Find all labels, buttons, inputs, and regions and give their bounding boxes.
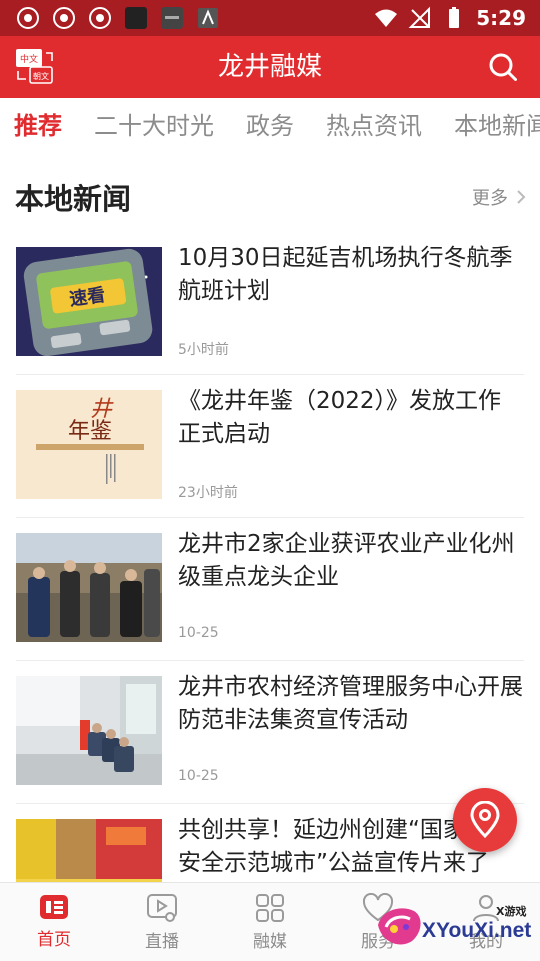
grid-icon	[256, 894, 284, 922]
location-pin-icon	[470, 801, 500, 839]
tab-local-news[interactable]: 本地新闻	[438, 106, 540, 141]
nav-label: 融媒	[253, 932, 287, 952]
app-bar: 中文 朝文 龙井融媒	[0, 36, 540, 98]
location-fab[interactable]	[453, 788, 517, 852]
app-icon	[125, 7, 147, 29]
nav-live[interactable]: 直播	[108, 883, 216, 961]
watermark-text: XYouXi.net	[422, 919, 532, 942]
thumb-text: 年鉴	[68, 419, 112, 444]
chrome-icon	[89, 7, 111, 29]
category-tabs: 推荐 二十大时光 政务 热点资讯 本地新闻	[0, 98, 540, 148]
wifi-icon	[375, 9, 398, 27]
more-label: 更多	[472, 188, 508, 209]
app-title: 龙井融媒	[217, 52, 322, 82]
search-icon[interactable]	[488, 52, 518, 82]
live-icon	[147, 894, 177, 922]
notification-icons	[16, 6, 220, 30]
watermark-logo-icon	[378, 908, 421, 945]
app-icon	[198, 8, 218, 28]
section-title: 本地新闻	[15, 182, 132, 216]
news-time: 23小时前	[178, 485, 238, 501]
news-title: 龙井市农村经济管理服务中心开展防范非法集资宣传活动	[178, 674, 523, 733]
news-time: 5小时前	[178, 342, 229, 358]
news-item[interactable]: 龙井市2家企业获评农业产业化州级重点龙头企业 10-25	[16, 518, 524, 661]
app-icon	[161, 7, 183, 29]
news-thumbnail	[16, 533, 162, 642]
news-title: 《龙井年鉴（2022）》发放工作正式启动	[178, 388, 502, 447]
no-signal-icon	[408, 6, 431, 28]
status-bar: 5:29	[0, 0, 540, 36]
news-time: 10-25	[178, 625, 219, 641]
home-icon	[40, 895, 68, 919]
tab-government[interactable]: 政务	[230, 106, 310, 141]
status-time: 5:29	[476, 6, 526, 30]
tab-recommend[interactable]: 推荐	[0, 106, 78, 141]
nav-label: 直播	[145, 932, 179, 952]
watermark-small-text: X游戏	[496, 905, 527, 918]
news-thumbnail: 速看	[16, 247, 162, 356]
more-link[interactable]: 更多	[472, 184, 526, 210]
news-item[interactable]: 井 年鉴 《龙井年鉴（2022）》发放工作正式启动 23小时前	[16, 375, 524, 518]
watermark: X游戏 XYouXi.net	[372, 895, 538, 957]
chrome-icon	[53, 7, 75, 29]
nav-home[interactable]: 首页	[0, 883, 108, 961]
news-title: 龙井市2家企业获评农业产业化州级重点龙头企业	[178, 531, 515, 590]
chevron-right-icon	[517, 190, 526, 204]
nav-media[interactable]: 融媒	[216, 883, 324, 961]
news-time: 10-25	[178, 768, 219, 784]
news-title: 10月30日起延吉机场执行冬航季航班计划	[178, 245, 513, 304]
news-thumbnail	[16, 676, 162, 785]
news-thumbnail: 井 年鉴	[16, 390, 162, 499]
news-item[interactable]: 速看 10月30日起延吉机场执行冬航季航班计划 5小时前	[16, 232, 524, 375]
tab-hot-news[interactable]: 热点资讯	[310, 106, 438, 141]
system-icons: 5:29	[374, 6, 526, 30]
news-item[interactable]: 龙井市农村经济管理服务中心开展防范非法集资宣传活动 10-25	[16, 661, 524, 804]
nav-label: 首页	[37, 930, 71, 950]
section-header: 本地新闻 更多	[0, 170, 540, 226]
tab-twentieth-congress[interactable]: 二十大时光	[78, 106, 230, 141]
battery-icon	[449, 7, 460, 28]
chrome-icon	[17, 7, 39, 29]
